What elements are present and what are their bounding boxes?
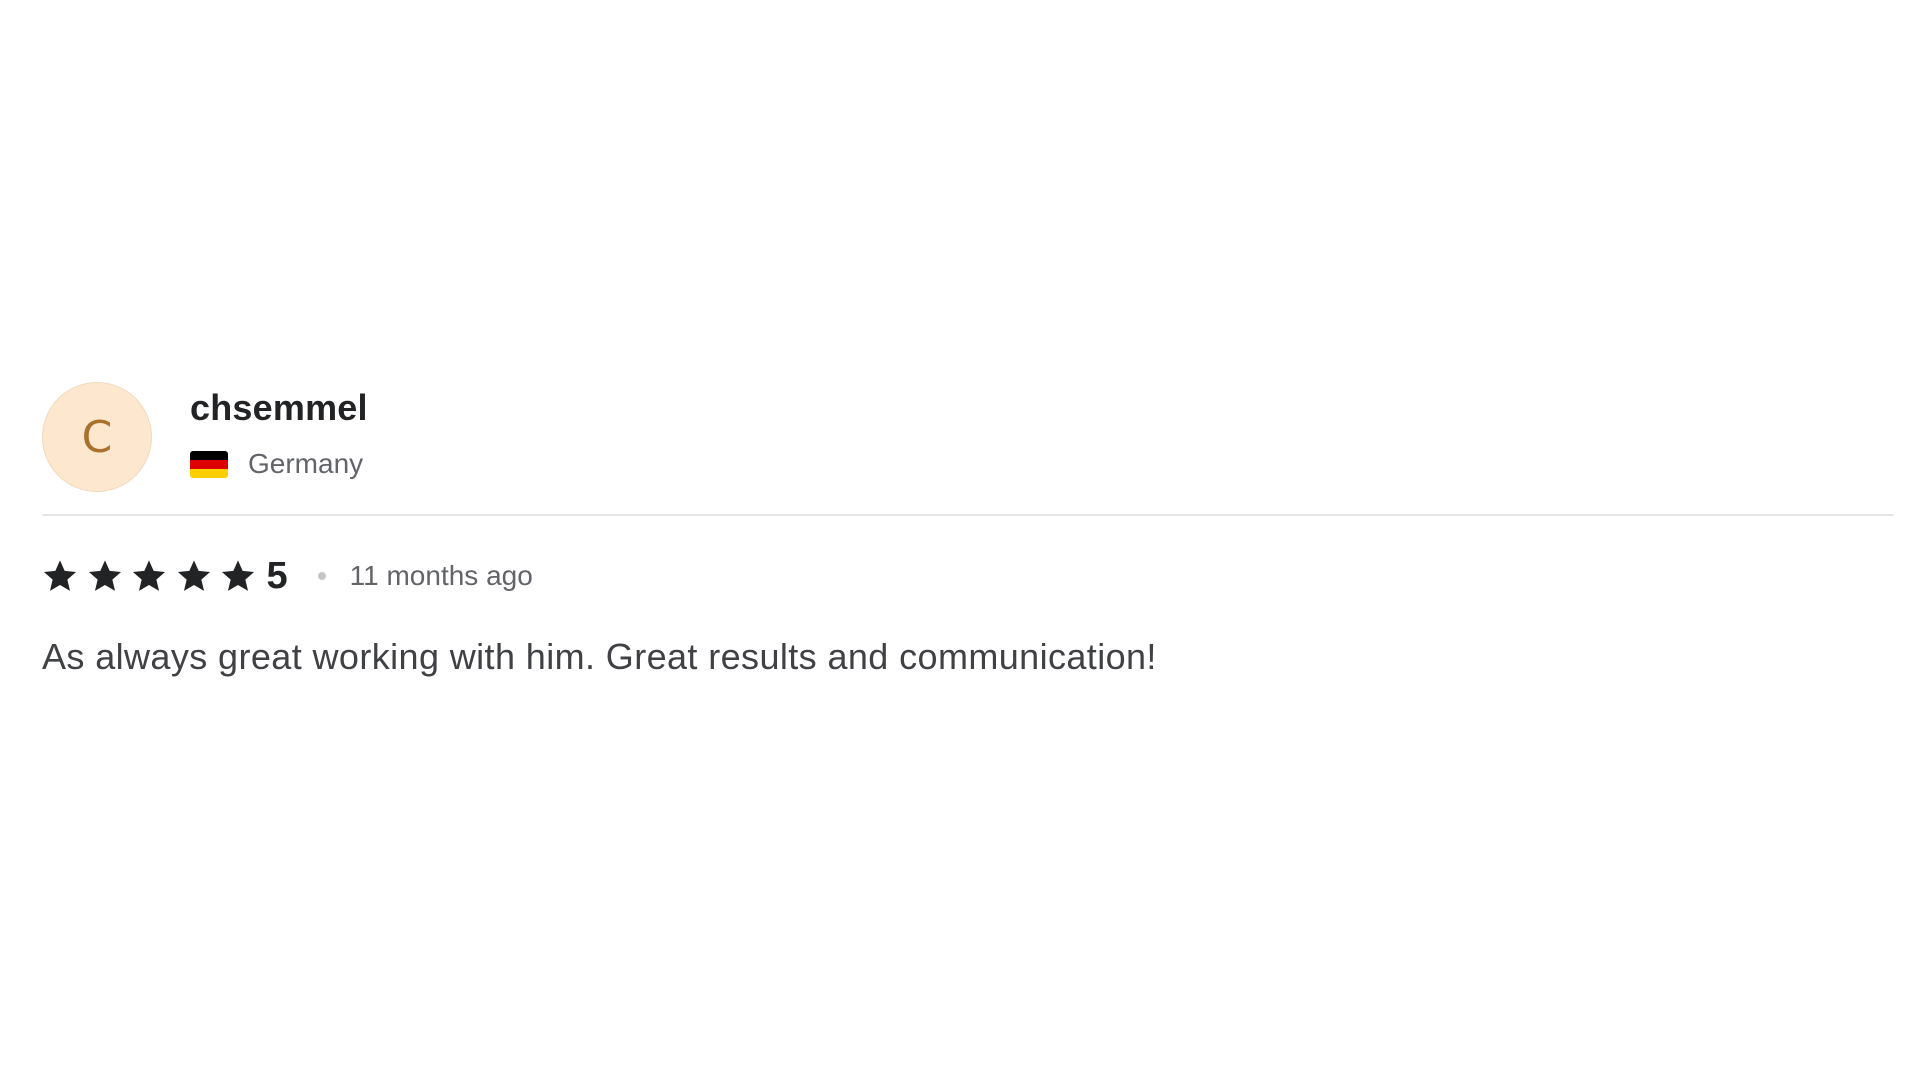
star-icon (42, 558, 78, 594)
review-card: C chsemmel Germany 5 11 months ago As al… (42, 382, 1894, 680)
review-time: 11 months ago (349, 560, 533, 591)
avatar-initial: C (81, 411, 113, 463)
separator-dot (317, 572, 326, 580)
star-icon (87, 558, 123, 594)
star-icon (131, 558, 167, 594)
reviewer-header: C chsemmel Germany (42, 382, 1894, 494)
reviewer-info: chsemmel Germany (190, 382, 368, 480)
reviewer-username[interactable]: chsemmel (190, 386, 368, 430)
germany-flag-icon (190, 450, 228, 478)
star-rating (42, 558, 265, 594)
star-icon (176, 558, 212, 594)
divider (42, 514, 1894, 516)
review-text: As always great working with him. Great … (42, 636, 1157, 677)
avatar[interactable]: C (42, 382, 152, 492)
country-label: Germany (248, 448, 364, 479)
rating-row: 5 11 months ago (42, 554, 1894, 598)
reviewer-country: Germany (190, 448, 368, 480)
star-icon (220, 558, 256, 594)
rating-value: 5 (266, 555, 288, 597)
